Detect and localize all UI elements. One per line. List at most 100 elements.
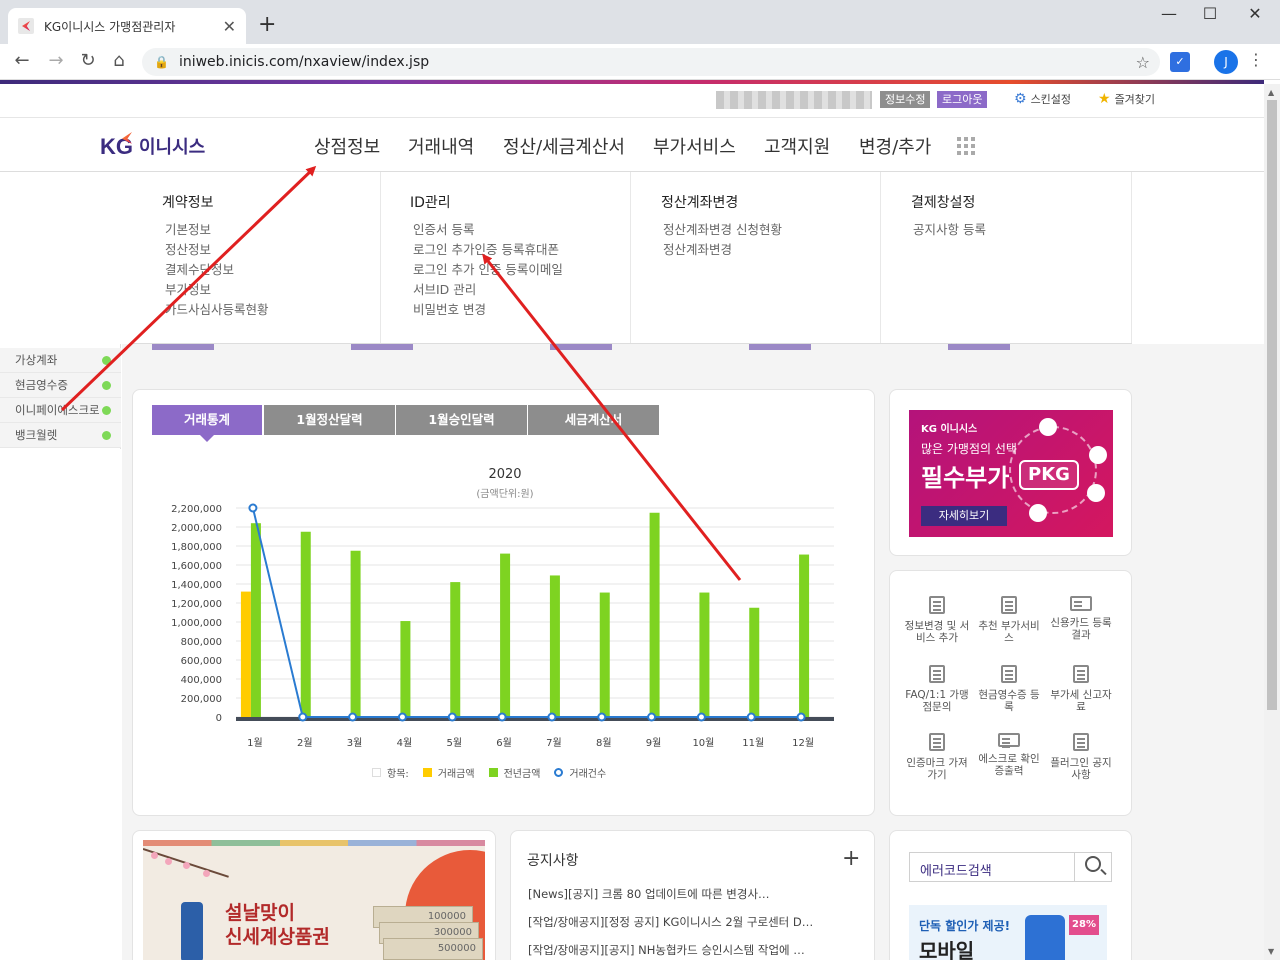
tab-settlement-calendar[interactable]: 1월정산달력 — [264, 405, 395, 435]
address-bar[interactable]: 🔒 iniweb.inicis.com/nxaview/index.jsp ☆ — [142, 48, 1160, 76]
banner-line2: 필수부가 — [921, 464, 1010, 492]
quick-menu-item[interactable]: 신용카드 등록결과 — [1046, 596, 1116, 641]
sidebar-item-escrow[interactable]: 이니페이에스크로 — [0, 398, 121, 423]
sidebar-item-cash-receipt[interactable]: 현금영수증 — [0, 373, 121, 398]
mega-link[interactable]: 공지사항 등록 — [913, 220, 986, 240]
error-code-search[interactable]: 에러코드검색 — [909, 852, 1112, 882]
bookmark-star-icon[interactable]: ☆ — [1136, 53, 1150, 72]
url-text[interactable]: iniweb.inicis.com/nxaview/index.jsp — [179, 54, 1136, 70]
brand-color-strip — [0, 80, 1264, 84]
legend-heading: 항목: — [372, 765, 409, 780]
logout-button[interactable]: 로그아웃 — [937, 91, 988, 108]
notice-item[interactable]: [작업/장애공지][정정 공지] KG이니시스 2월 구로센터 D… — [528, 914, 830, 930]
sidebar-item-virtual-account[interactable]: 가상계좌 — [0, 348, 121, 373]
bar-prev-year-amount — [350, 550, 361, 717]
legend-item[interactable]: 거래금액 — [422, 765, 475, 780]
skin-settings-link[interactable]: ⚙ 스킨설정 — [1014, 91, 1071, 107]
ornament-graphic — [181, 902, 203, 960]
blossom-graphic — [183, 862, 190, 869]
gnb-change-add[interactable]: 변경/추가 — [859, 133, 931, 159]
sidebar-item-bankwallet[interactable]: 뱅크월렛 — [0, 423, 121, 448]
tab-approval-calendar[interactable]: 1월승인달력 — [396, 405, 527, 435]
gnb-settlement[interactable]: 정산/세금계산서 — [503, 133, 625, 159]
mega-col-title[interactable]: ID관리 — [410, 192, 451, 212]
status-dot — [102, 431, 111, 440]
hidden-button-stub — [948, 344, 1010, 350]
legend-item[interactable]: 전년금액 — [488, 765, 540, 780]
tab-tax-invoice[interactable]: 세금계산서 — [528, 405, 659, 435]
quick-menu-item[interactable]: 부가세 신고자료 — [1046, 665, 1116, 713]
quick-menu-item[interactable]: 플러그인 공지사항 — [1046, 733, 1116, 781]
gnb-transactions[interactable]: 거래내역 — [408, 133, 474, 159]
mega-col-contract: 계약정보 기본정보 정산정보 결제수단정보 부가정보 카드사심사등록현황 — [132, 172, 381, 343]
page-scrollbar[interactable]: ▲ ▼ — [1264, 84, 1280, 960]
mega-link[interactable]: 인증서 등록 — [413, 220, 563, 240]
receipt-icon — [1001, 665, 1017, 683]
notice-more-plus-icon[interactable]: + — [842, 846, 860, 871]
gnb-customer-support[interactable]: 고객지원 — [764, 133, 830, 159]
back-icon[interactable]: ← — [10, 50, 34, 71]
scroll-up-icon[interactable]: ▲ — [1268, 88, 1274, 97]
mega-link[interactable]: 서브ID 관리 — [413, 280, 563, 300]
mega-link[interactable]: 비밀번호 변경 — [413, 300, 563, 320]
search-icon[interactable] — [1085, 856, 1101, 872]
blossom-graphic — [151, 852, 158, 859]
reload-icon[interactable]: ↻ — [76, 50, 100, 71]
bar-prev-year-amount — [799, 554, 810, 717]
blossom-graphic — [165, 858, 172, 865]
new-tab-button[interactable]: + — [258, 12, 276, 37]
browser-tab[interactable]: KG이니시스 가맹점관리자 ✕ — [8, 8, 246, 44]
tab-close-icon[interactable]: ✕ — [223, 17, 236, 36]
maximize-button[interactable]: ☐ — [1187, 4, 1233, 23]
mega-link[interactable]: 기본정보 — [165, 220, 269, 240]
scrollbar-thumb[interactable] — [1267, 100, 1277, 710]
bar-prev-year-amount — [549, 575, 560, 717]
mega-link[interactable]: 로그인 추가 인증 등록이메일 — [413, 260, 563, 280]
browser-menu-icon[interactable]: ⋮ — [1248, 50, 1264, 69]
quick-menu-item[interactable]: 인증마크 가져가기 — [902, 733, 972, 781]
tab-transaction-stats[interactable]: 거래통계 — [152, 405, 262, 442]
mega-link[interactable]: 로그인 추가인증 등록휴대폰 — [413, 240, 563, 260]
quick-menu-item[interactable]: 추천 부가서비스 — [974, 596, 1044, 644]
x-tick-label: 3월 — [347, 737, 363, 749]
forward-icon[interactable]: → — [44, 50, 68, 71]
scroll-down-icon[interactable]: ▼ — [1268, 947, 1274, 956]
promo-line2: 신세계상품권 — [225, 926, 330, 948]
quick-menu-item[interactable]: FAQ/1:1 가맹점문의 — [902, 665, 972, 713]
mega-col-title[interactable]: 결제창설정 — [911, 192, 975, 212]
home-icon[interactable]: ⌂ — [107, 50, 131, 71]
notice-item[interactable]: [News][공지] 크롬 80 업데이트에 따른 변경사… — [528, 886, 830, 902]
favorites-link[interactable]: ★ 즐겨찾기 — [1098, 91, 1155, 107]
gnb-addon-services[interactable]: 부가서비스 — [653, 133, 736, 159]
mega-link[interactable]: 부가정보 — [165, 280, 269, 300]
minimize-button[interactable]: — — [1146, 4, 1192, 23]
mega-link[interactable]: 정산계좌변경 신청현황 — [663, 220, 782, 240]
mega-link[interactable]: 정산정보 — [165, 240, 269, 260]
y-tick-label: 1,000,000 — [171, 618, 222, 629]
quick-menu-item[interactable]: 현금영수증 등록 — [974, 665, 1044, 713]
mobile-promo-line2: 모바일 — [919, 939, 975, 960]
banner-pkg: PKG — [1019, 460, 1079, 490]
new-year-promo-banner[interactable]: 설날맞이 신세계상품권 100000 300000 500000 — [143, 840, 485, 960]
quick-menu-item[interactable]: 정보변경 및 서비스 추가 — [902, 596, 972, 644]
gnb-store-info[interactable]: 상점정보 — [314, 133, 380, 159]
profile-avatar[interactable]: J — [1214, 50, 1238, 74]
edit-info-button[interactable]: 정보수정 — [880, 91, 931, 108]
mega-link[interactable]: 카드사심사등록현황 — [165, 300, 269, 320]
mega-link[interactable]: 정산계좌변경 — [663, 240, 782, 260]
banner-more-button[interactable]: 자세히보기 — [921, 506, 1007, 526]
error-code-search-label[interactable]: 에러코드검색 — [920, 860, 992, 879]
browser-tabbar: KG이니시스 가맹점관리자 ✕ + — ☐ ✕ — [0, 0, 1280, 44]
mega-col-title[interactable]: 계약정보 — [162, 192, 214, 212]
mega-link[interactable]: 결제수단정보 — [165, 260, 269, 280]
kg-inicis-logo[interactable]: KG 이니시스 — [100, 133, 205, 160]
extension-icon[interactable]: ✓ — [1170, 52, 1190, 72]
all-menu-grid-icon[interactable] — [957, 137, 975, 155]
notice-item[interactable]: [작업/장애공지][공지] NH농협카드 승인시스템 작업에 … — [528, 942, 830, 958]
quick-menu-item[interactable]: 에스크로 확인증출력 — [974, 733, 1044, 777]
mega-col-title[interactable]: 정산계좌변경 — [661, 192, 738, 212]
mobile-promo-banner[interactable]: 단독 할인가 제공! 모바일 28% — [909, 905, 1107, 960]
legend-item[interactable]: 거래건수 — [554, 765, 606, 780]
window-close-button[interactable]: ✕ — [1232, 4, 1278, 23]
pkg-banner[interactable]: KG 이니시스 많은 가맹점의 선택 필수부가 PKG 자세히보기 — [909, 410, 1113, 537]
